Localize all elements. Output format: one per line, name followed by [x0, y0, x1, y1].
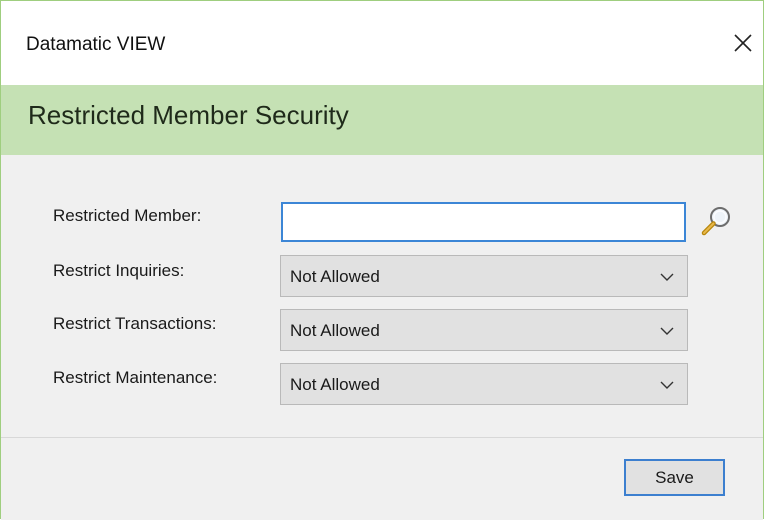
magnifier-icon — [701, 207, 730, 236]
restrict-maintenance-select[interactable]: Not Allowed — [280, 363, 688, 405]
restrict-inquiries-label: Restrict Inquiries: — [53, 261, 185, 280]
restrict-transactions-label: Restrict Transactions: — [53, 314, 217, 333]
search-member-button[interactable] — [696, 203, 736, 243]
page-title: Restricted Member Security — [28, 100, 349, 130]
close-icon — [734, 34, 752, 52]
save-button[interactable]: Save — [624, 459, 725, 496]
restrict-inquiries-value: Not Allowed — [290, 267, 380, 286]
dialog-window: Datamatic VIEW Restricted Member Securit… — [0, 0, 764, 520]
window-title: Datamatic VIEW — [26, 34, 166, 55]
chevron-down-icon — [660, 273, 674, 281]
close-button[interactable] — [725, 25, 761, 61]
form-body: Restricted Member: Restrict Inquiries: N… — [1, 155, 763, 437]
restrict-transactions-select[interactable]: Not Allowed — [280, 309, 688, 351]
title-bar: Datamatic VIEW — [1, 1, 763, 85]
restricted-member-label: Restricted Member: — [53, 206, 202, 225]
header-band: Restricted Member Security — [1, 85, 763, 155]
restrict-maintenance-value: Not Allowed — [290, 375, 380, 394]
chevron-down-icon — [660, 327, 674, 335]
restrict-transactions-value: Not Allowed — [290, 321, 380, 340]
restrict-maintenance-label: Restrict Maintenance: — [53, 368, 218, 387]
chevron-down-icon — [660, 381, 674, 389]
footer: Save — [1, 438, 763, 520]
restrict-inquiries-select[interactable]: Not Allowed — [280, 255, 688, 297]
restricted-member-input[interactable] — [281, 202, 686, 242]
